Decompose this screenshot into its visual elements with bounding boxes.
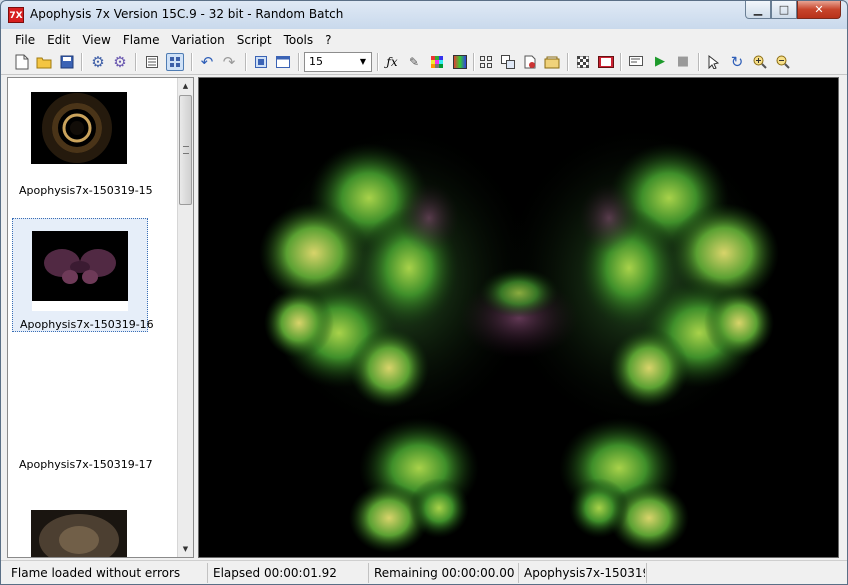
menu-view[interactable]: View: [76, 30, 116, 50]
zoom-level-value: 15: [309, 55, 323, 68]
render-all-gear-icon[interactable]: ⚙: [111, 53, 129, 71]
toolbar-separator: [377, 53, 379, 71]
list-item[interactable]: Apophysis7x-150319-15: [12, 82, 153, 200]
script-editor-icon[interactable]: [627, 53, 645, 71]
toolbar: ⚙ ⚙ ↶ ↷ ƒx ✎ ▶ ■ ↻: [1, 50, 847, 75]
window-title: Apophysis 7x Version 15C.9 - 32 bit - Ra…: [30, 7, 344, 21]
menu-variation[interactable]: Variation: [166, 30, 231, 50]
full-screen-icon[interactable]: [252, 53, 270, 71]
stop-script-icon[interactable]: ■: [674, 53, 692, 71]
flame-preview[interactable]: [198, 77, 839, 558]
window-controls: ▁ □ ✕: [745, 1, 841, 21]
rotate-icon[interactable]: ↻: [728, 53, 746, 71]
status-bar: Flame loaded without errors Elapsed 00:0…: [1, 560, 847, 584]
zoom-in-icon[interactable]: [751, 53, 769, 71]
status-message: Flame loaded without errors: [11, 566, 181, 580]
status-flame-name: Apophysis7x-150319-16: [524, 566, 645, 580]
status-separator: [646, 563, 647, 583]
post-process-icon[interactable]: [499, 53, 517, 71]
redo-icon[interactable]: ↷: [220, 53, 238, 71]
editor-window-icon[interactable]: [274, 53, 292, 71]
menu-edit[interactable]: Edit: [41, 30, 76, 50]
select-pointer-icon[interactable]: [705, 53, 723, 71]
maximize-icon: □: [778, 3, 790, 16]
toolbar-separator: [698, 53, 700, 71]
app-window: 7X Apophysis 7x Version 15C.9 - 32 bit -…: [0, 0, 848, 585]
menu-flame[interactable]: Flame: [117, 30, 166, 50]
menu-bar: File Edit View Flame Variation Script To…: [1, 30, 847, 50]
save-icon[interactable]: [58, 53, 76, 71]
flame-thumbnail-label: Apophysis7x-150319-16: [20, 318, 154, 331]
scroll-up-icon[interactable]: ▲: [178, 78, 193, 94]
scroll-down-icon[interactable]: ▼: [178, 541, 193, 557]
app-logo-icon[interactable]: 7X: [8, 7, 24, 23]
list-item[interactable]: [12, 498, 148, 557]
toolbar-separator: [191, 53, 193, 71]
flame-thumbnail-background: [32, 301, 128, 311]
toolbar-separator: [81, 53, 83, 71]
options-icon[interactable]: [543, 53, 561, 71]
flame-thumbnail-label: Apophysis7x-150319-15: [19, 184, 153, 197]
toolbar-separator: [567, 53, 569, 71]
messages-icon[interactable]: [521, 53, 539, 71]
status-elapsed: Elapsed 00:00:01.92: [213, 566, 337, 580]
zoom-out-icon[interactable]: [774, 53, 792, 71]
zoom-level-select[interactable]: 15 ▼: [304, 52, 372, 72]
flame-thumbnail-image: [31, 92, 127, 164]
list-item[interactable]: Apophysis7x-150319-17: [12, 358, 153, 476]
undo-icon[interactable]: ↶: [198, 53, 216, 71]
list-item[interactable]: Apophysis7x-150319-16: [12, 218, 154, 332]
film-strip-icon[interactable]: [597, 53, 615, 71]
transparency-icon[interactable]: [574, 53, 592, 71]
maximize-button[interactable]: □: [771, 1, 797, 19]
thumbnail-scrollbar[interactable]: ▲ ▼: [177, 78, 193, 557]
open-folder-icon[interactable]: [35, 53, 53, 71]
status-separator: [368, 563, 369, 583]
list-view-icon[interactable]: [143, 53, 161, 71]
gradient-icon[interactable]: [451, 53, 469, 71]
fx-editor-icon[interactable]: ƒx: [383, 53, 401, 71]
run-script-icon[interactable]: ▶: [651, 53, 669, 71]
mutate-icon[interactable]: [477, 53, 495, 71]
status-separator: [207, 563, 208, 583]
minimize-button[interactable]: ▁: [745, 1, 771, 19]
menu-file[interactable]: File: [9, 30, 41, 50]
toolbar-separator: [473, 53, 475, 71]
toolbar-separator: [135, 53, 137, 71]
render-gear-icon[interactable]: ⚙: [89, 53, 107, 71]
menu-tools[interactable]: Tools: [278, 30, 320, 50]
menu-script[interactable]: Script: [231, 30, 278, 50]
toolbar-separator: [298, 53, 300, 71]
scrollbar-grip-icon: [183, 146, 189, 154]
status-separator: [518, 563, 519, 583]
chevron-down-icon[interactable]: ▼: [355, 53, 371, 71]
minimize-icon: ▁: [753, 3, 763, 16]
adjust-icon[interactable]: ✎: [405, 53, 423, 71]
close-icon: ✕: [814, 3, 824, 16]
flame-thumbnail-list[interactable]: Apophysis7x-150319-15 Apophysis7x-150319…: [7, 77, 194, 558]
flame-thumbnail-label: Apophysis7x-150319-17: [19, 458, 153, 471]
color-palette-icon[interactable]: [428, 53, 446, 71]
new-file-icon[interactable]: [13, 53, 31, 71]
title-bar[interactable]: 7X Apophysis 7x Version 15C.9 - 32 bit -…: [1, 1, 847, 29]
status-remaining: Remaining 00:00:00.00: [374, 566, 515, 580]
flame-thumbnail-image: [32, 231, 128, 301]
toolbar-separator: [620, 53, 622, 71]
close-button[interactable]: ✕: [797, 1, 841, 19]
flame-thumbnail-image: [31, 510, 127, 557]
menu-help[interactable]: ?: [319, 30, 337, 50]
toolbar-separator: [245, 53, 247, 71]
thumbnail-view-icon[interactable]: [166, 53, 184, 71]
scrollbar-thumb[interactable]: [179, 95, 192, 205]
flame-preview-image: [199, 78, 838, 557]
